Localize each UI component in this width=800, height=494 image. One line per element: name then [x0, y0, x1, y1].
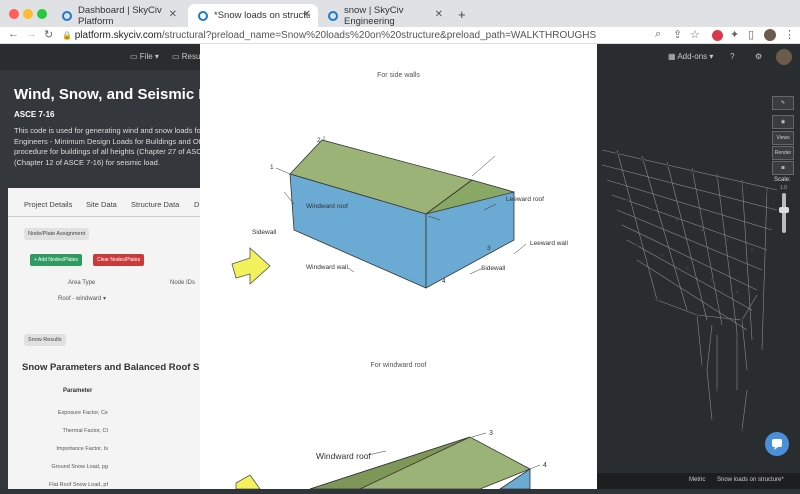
tab-label: *Snow loads on structure | Sk [214, 10, 310, 21]
leeward-roof-label: Leeward roof [506, 196, 544, 203]
share-icon[interactable]: ⇪ [673, 28, 682, 41]
node-plate-assignment-badge: Node/Plate Assignment [24, 228, 90, 240]
url-host: platform.skyciv.com [74, 30, 162, 41]
screenshot-tool-button[interactable]: ◙ [772, 161, 794, 175]
sidewall-label-left: Sidewall [252, 229, 277, 236]
caption-side-walls: For side walls [377, 72, 420, 79]
edit-tool-button[interactable]: ✎ [772, 96, 794, 110]
profile-avatar[interactable] [764, 29, 776, 41]
tab-structure-data[interactable]: Structure Data [131, 200, 179, 209]
skyciv-icon [328, 10, 338, 21]
node-ids-label: Node IDs [170, 280, 196, 286]
wind-arrow [231, 247, 271, 285]
minimize-window-button[interactable] [23, 9, 33, 19]
scale-value: 1.0 [780, 185, 787, 191]
url-path: /structural?preload_name=Snow%20loads%20… [161, 30, 597, 41]
views-button[interactable]: Views [772, 131, 794, 145]
new-tab-button[interactable]: + [458, 7, 466, 22]
windward-roof-label: Windward roof [316, 451, 371, 461]
close-window-button[interactable] [9, 9, 19, 19]
code-label: ASCE 7-16 [14, 110, 55, 119]
clear-nodes-plates-button[interactable]: Clear Nodes/Plates [93, 254, 145, 266]
units-label[interactable]: Metric [689, 477, 705, 483]
snow-parameters-heading: Snow Parameters and Balanced Roof Sno [22, 362, 211, 373]
lock-icon: 🔒 [62, 31, 72, 40]
side-walls-diagram: 1 2 3 4 Windward roof Sidewall Windward … [231, 136, 568, 289]
visibility-tool-button[interactable]: ◉ [772, 115, 794, 129]
help-icon[interactable]: ? [730, 52, 734, 61]
close-tab-icon[interactable]: ✕ [303, 9, 311, 20]
sidewall-label-right: Sidewall [481, 265, 506, 272]
corner-label-1: 1 [270, 164, 274, 171]
param-exposure-factor: Exposure Factor, Ce [57, 410, 108, 416]
maximize-window-button[interactable] [37, 9, 47, 19]
file-name-label: Snow loads on structure* [717, 477, 784, 483]
url-field[interactable]: 🔒 platform.skyciv.com/structural?preload… [62, 28, 622, 43]
model-viewport[interactable] [597, 70, 800, 489]
reload-icon[interactable]: ↻ [44, 28, 53, 41]
chat-icon [772, 439, 782, 450]
back-icon[interactable]: ← [8, 28, 19, 40]
load-generator-sidebar: Wind, Snow, and Seismic Load G ASCE 7-16… [0, 70, 250, 489]
skyciv-icon [62, 10, 72, 21]
structure-wireframe [601, 149, 778, 432]
file-menu-label: File [139, 52, 153, 61]
parameter-column-header: Parameter [63, 388, 93, 394]
render-button[interactable]: Render [772, 146, 794, 160]
description: This code is used for generating wind an… [14, 126, 205, 167]
leeward-wall-label: Leeward wall [530, 240, 568, 247]
scale-slider[interactable] [782, 193, 786, 233]
browser-tab-snow-loads[interactable]: *Snow loads on structure | Sk ✕ [188, 4, 318, 27]
close-tab-icon[interactable]: ✕ [435, 9, 443, 20]
settings-icon[interactable]: ⚙ [755, 52, 762, 61]
param-thermal-factor: Thermal Factor, Ct [62, 428, 108, 434]
caption-windward-roof: For windward roof [370, 362, 427, 369]
windward-wall-label: Windward wall [306, 264, 348, 271]
windward-roof-diagram: Windward roof 3 4 [235, 430, 547, 489]
browser-tab-snow-engineering[interactable]: snow | SkyCiv Engineering ✕ [318, 4, 450, 27]
addons-menu[interactable]: ▦ Add-ons ▾ [668, 52, 713, 61]
tab-site-data[interactable]: Site Data [86, 200, 117, 209]
extensions-puzzle-icon[interactable]: ✦ [730, 28, 739, 41]
browser-tab-strip: Dashboard | SkyCiv Platform ✕ *Snow load… [0, 0, 800, 27]
search-icon[interactable]: ⌕ [655, 28, 661, 41]
param-flat-roof-snow-load: Flat Roof Snow Load, pf [48, 482, 108, 488]
load-panel: Project Details Site Data Structure Data… [8, 188, 211, 489]
area-type-select[interactable]: Roof - windward ▾ [58, 295, 106, 302]
area-type-label: Area Type [68, 280, 96, 286]
scale-label: Scale: [774, 177, 791, 183]
status-footer: Metric Snow loads on structure* [597, 473, 800, 489]
corner-label-3: 3 [489, 430, 493, 437]
help-image-modal: For side walls 1 2 3 4 Windward roof Sid… [200, 44, 597, 489]
chat-help-button[interactable] [765, 432, 789, 456]
wind-arrow [235, 474, 261, 489]
addons-menu-label: Add-ons [677, 52, 708, 61]
corner-label-4: 4 [543, 462, 547, 469]
corner-label-3: 3 [487, 245, 491, 252]
tab-project-details[interactable]: Project Details [24, 200, 72, 209]
forward-icon[interactable]: → [26, 28, 37, 40]
param-ground-snow-load: Ground Snow Load, pg [51, 464, 108, 470]
add-nodes-plates-button[interactable]: + Add Nodes/Plates [30, 254, 83, 266]
sidebar-icon[interactable]: ▯ [748, 28, 754, 41]
corner-label-4: 4 [442, 278, 446, 285]
tab-design[interactable]: D [194, 200, 199, 209]
menu-kebab-icon[interactable]: ⋮ [784, 28, 795, 41]
area-type-value: Roof - windward [58, 296, 102, 302]
skyciv-icon [198, 10, 208, 21]
scale-slider-handle[interactable] [779, 207, 789, 213]
extension-icon[interactable] [712, 30, 723, 41]
address-bar: ← → ↻ 🔒 platform.skyciv.com/structural?p… [0, 27, 800, 44]
browser-tab-dashboard[interactable]: Dashboard | SkyCiv Platform ✕ [52, 4, 184, 27]
bookmark-star-icon[interactable]: ☆ [690, 28, 700, 41]
close-tab-icon[interactable]: ✕ [169, 9, 177, 20]
user-avatar[interactable] [776, 49, 792, 65]
file-menu[interactable]: ▭ File ▾ [130, 52, 159, 61]
param-importance-factor: Importance Factor, Is [56, 446, 108, 452]
corner-label-2: 2 [317, 137, 321, 144]
tab-divider [8, 216, 200, 217]
windward-roof-label: Windward roof [306, 203, 348, 210]
snow-results-badge: Snow Results [24, 334, 66, 346]
